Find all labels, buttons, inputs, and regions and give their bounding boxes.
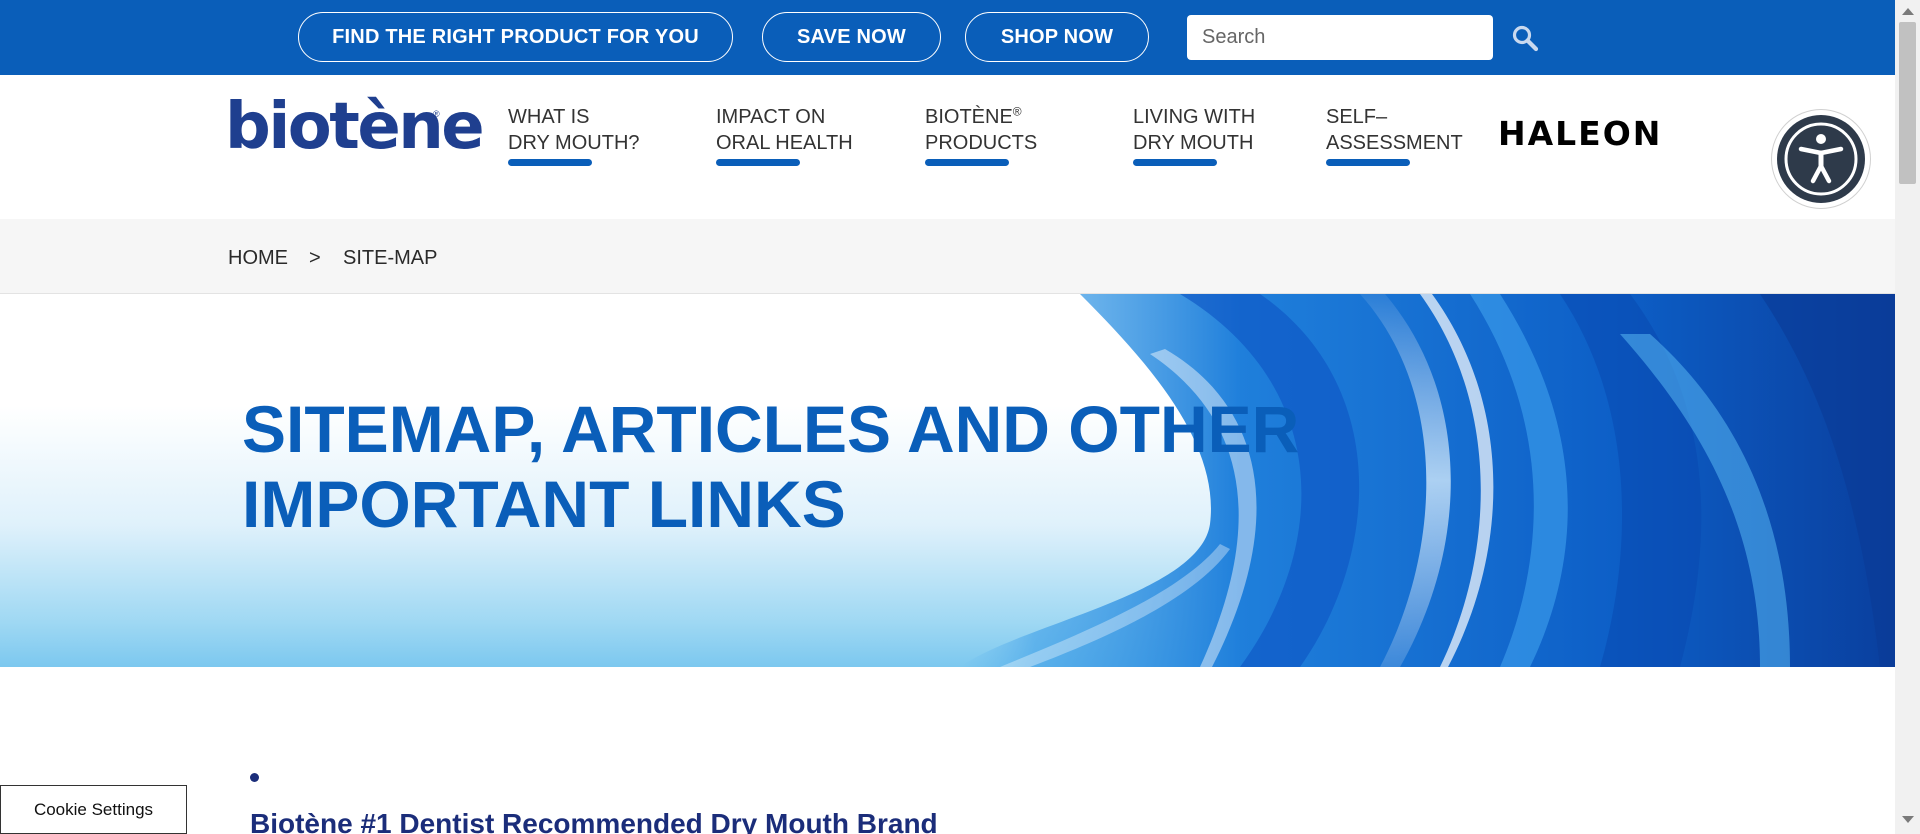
list-bullet <box>250 773 259 782</box>
logo-text: biotène <box>225 90 485 164</box>
nav-item-label-line2: PRODUCTS <box>925 132 1038 154</box>
nav-item-label-line1: IMPACT ON <box>716 106 826 128</box>
nav-item-label-line1-wrap: BIOTÈNE® <box>925 104 1037 130</box>
find-right-product-button[interactable]: FIND THE RIGHT PRODUCT FOR YOU <box>298 12 733 62</box>
nav-item-underline <box>1326 159 1410 166</box>
nav-item-label-line1: LIVING WITH <box>1133 106 1256 128</box>
page-scrollbar[interactable] <box>1895 0 1920 834</box>
registered-mark: ® <box>1012 104 1022 119</box>
list-item-link[interactable]: Biotène #1 Dentist Recommended Dry Mouth… <box>250 808 938 834</box>
page-title-line2: IMPORTANT LINKS <box>242 467 846 541</box>
page: FIND THE RIGHT PRODUCT FOR YOU SAVE NOW … <box>0 0 1895 834</box>
nav-item-label-line1: SELF– <box>1326 106 1388 128</box>
nav-item-label-line2: ORAL HEALTH <box>716 132 853 154</box>
nav-item-what-is-dry-mouth[interactable]: WHAT IS DRY MOUTH? <box>508 104 640 166</box>
biotene-logo[interactable]: biotène <box>225 95 485 159</box>
main-nav: biotène ® WHAT IS DRY MOUTH? IMPACT ON O… <box>0 75 1895 219</box>
shop-now-button[interactable]: SHOP NOW <box>965 12 1149 62</box>
nav-item-label-line2: DRY MOUTH <box>1133 132 1254 154</box>
scroll-down-arrow-icon[interactable] <box>1902 816 1914 823</box>
haleon-logo[interactable]: HALEON <box>1498 117 1662 150</box>
nav-item-self-assessment[interactable]: SELF– ASSESSMENT <box>1326 104 1463 166</box>
nav-item-underline <box>925 159 1009 166</box>
top-utility-bar: FIND THE RIGHT PRODUCT FOR YOU SAVE NOW … <box>0 0 1895 75</box>
accessibility-button[interactable] <box>1772 110 1870 208</box>
breadcrumb-home-link[interactable]: HOME <box>228 247 288 270</box>
nav-item-underline <box>508 159 592 166</box>
nav-item-impact-on-oral-health[interactable]: IMPACT ON ORAL HEALTH <box>716 104 853 166</box>
nav-item-underline <box>1133 159 1217 166</box>
search-input[interactable] <box>1187 15 1493 60</box>
nav-item-label-line2: DRY MOUTH? <box>508 132 640 154</box>
breadcrumb-separator: > <box>309 247 321 269</box>
cookie-settings-button[interactable]: Cookie Settings <box>0 785 187 834</box>
nav-item-underline <box>716 159 800 166</box>
nav-item-label-line1: BIOTÈNE <box>925 106 1013 128</box>
page-title-line1: SITEMAP, ARTICLES AND OTHER <box>242 392 1300 466</box>
nav-item-label-line2: ASSESSMENT <box>1326 132 1463 154</box>
accessibility-icon <box>1784 122 1858 196</box>
hero-banner: SITEMAP, ARTICLES AND OTHER IMPORTANT LI… <box>0 294 1895 667</box>
page-title: SITEMAP, ARTICLES AND OTHER IMPORTANT LI… <box>242 392 1299 542</box>
nav-item-biotene-products[interactable]: BIOTÈNE® PRODUCTS <box>925 104 1037 166</box>
accessibility-button-face <box>1777 115 1865 203</box>
scroll-up-arrow-icon[interactable] <box>1902 8 1914 15</box>
scroll-thumb[interactable] <box>1899 22 1916 184</box>
search-icon[interactable] <box>1511 24 1539 52</box>
nav-item-label-line1: WHAT IS <box>508 106 590 128</box>
nav-item-living-with-dry-mouth[interactable]: LIVING WITH DRY MOUTH <box>1133 104 1255 166</box>
logo-registered-mark: ® <box>433 109 440 119</box>
breadcrumb-current: SITE-MAP <box>343 247 438 269</box>
breadcrumb: HOME > SITE-MAP <box>0 219 1895 294</box>
save-now-button[interactable]: SAVE NOW <box>762 12 941 62</box>
